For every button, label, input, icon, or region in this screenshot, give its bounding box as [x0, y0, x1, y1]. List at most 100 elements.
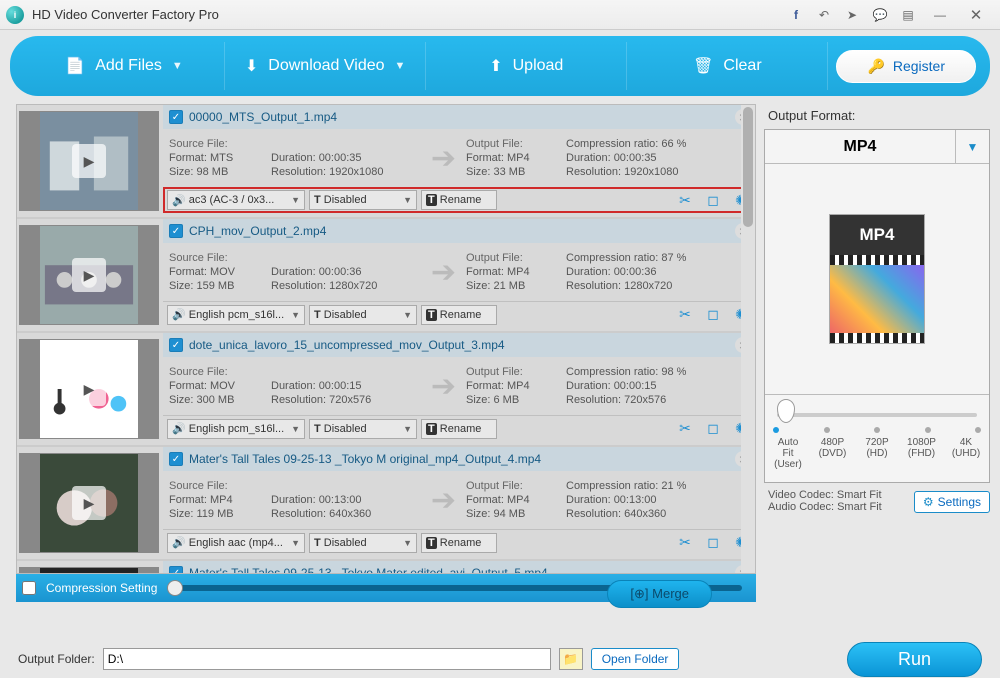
file-thumbnail[interactable]: G ▶	[19, 567, 159, 574]
undo-icon[interactable]: ↶	[810, 5, 838, 25]
add-files-button[interactable]: 📄 Add Files ▼	[24, 42, 225, 90]
main-toolbar: 📄 Add Files ▼ ⬇ Download Video ▼ ⬆ Uploa…	[10, 36, 990, 96]
resolution-option[interactable]: 480P(DVD)	[816, 437, 850, 470]
video-codec-label: Video Codec: Smart Fit	[768, 489, 882, 501]
settings-button[interactable]: ⚙ Settings	[914, 491, 990, 513]
file-header: ✓ Mater's Tall Tales 09-25-13 _Tokyo M o…	[163, 447, 756, 471]
file-header: ✓ CPH_mov_Output_2.mp4 ×	[163, 219, 756, 243]
add-files-label: Add Files	[95, 57, 162, 75]
file-checkbox[interactable]: ✓	[169, 452, 183, 466]
output-format-dropdown[interactable]: ▼	[955, 130, 989, 163]
file-info: Source File:Format: MOVSize: 159 MB Dura…	[163, 243, 756, 301]
feedback-icon[interactable]: 💬	[866, 5, 894, 25]
rename-button[interactable]: T Rename	[421, 305, 497, 325]
audio-track-dropdown[interactable]: 🔊 English aac (mp4...▼	[167, 533, 305, 553]
key-icon: 🔑	[867, 58, 884, 75]
audio-track-dropdown[interactable]: 🔊 English pcm_s16l...▼	[167, 305, 305, 325]
cut-icon[interactable]: ✂	[673, 420, 697, 437]
crop-icon[interactable]: ◻	[701, 306, 725, 323]
file-thumbnail[interactable]: ▶	[19, 339, 159, 439]
resolution-option[interactable]: 1080P(FHD)	[905, 437, 939, 470]
format-preview-label: MP4	[830, 215, 924, 255]
rename-button[interactable]: T Rename	[421, 533, 497, 553]
minimize-icon[interactable]: —	[922, 5, 958, 25]
footer: Output Folder: 📁 Open Folder Run	[0, 640, 1000, 678]
speaker-icon: 🔊	[172, 308, 186, 321]
subtitle-dropdown[interactable]: T Disabled▼	[309, 419, 417, 439]
file-thumbnail[interactable]: ▶	[19, 225, 159, 325]
file-checkbox[interactable]: ✓	[169, 338, 183, 352]
file-checkbox[interactable]: ✓	[169, 566, 183, 574]
file-checkbox[interactable]: ✓	[169, 224, 183, 238]
file-thumbnail[interactable]: ▶	[19, 111, 159, 211]
run-button[interactable]: Run	[847, 642, 982, 677]
register-button[interactable]: 🔑 Register	[836, 50, 976, 83]
file-controls: 🔊 English pcm_s16l...▼ T Disabled▼ T Ren…	[163, 301, 756, 327]
file-item: ▶ ✓ 00000_MTS_Output_1.mp4 × Source File…	[17, 105, 756, 219]
close-icon[interactable]: ✕	[958, 5, 994, 25]
file-name: Mater's Tall Tales 09-25-13 _Tokyo M ori…	[189, 452, 541, 466]
play-icon: ▶	[72, 372, 106, 406]
format-preview[interactable]: MP4	[765, 164, 989, 394]
resolution-option[interactable]: 4K(UHD)	[949, 437, 983, 470]
subtitle-dropdown[interactable]: T Disabled▼	[309, 190, 417, 210]
speaker-icon: 🔊	[172, 194, 186, 207]
file-checkbox[interactable]: ✓	[169, 110, 183, 124]
compression-checkbox[interactable]	[22, 581, 36, 595]
crop-icon[interactable]: ◻	[701, 192, 725, 209]
upload-button[interactable]: ⬆ Upload	[426, 42, 627, 90]
scrollbar-vertical[interactable]	[741, 105, 755, 573]
gear-icon: ⚙	[923, 495, 934, 509]
resolution-option[interactable]: 720P(HD)	[860, 437, 894, 470]
rename-button[interactable]: T Rename	[421, 419, 497, 439]
subtitle-dropdown[interactable]: T Disabled▼	[309, 305, 417, 325]
arrow-right-icon: ➔	[421, 483, 466, 518]
crop-icon[interactable]: ◻	[701, 420, 725, 437]
titlebar: i HD Video Converter Factory Pro f ↶ ➤ 💬…	[0, 0, 1000, 30]
add-file-icon: 📄	[65, 56, 85, 76]
open-folder-button[interactable]: Open Folder	[591, 648, 680, 670]
file-item: ▶ ✓ Mater's Tall Tales 09-25-13 _Tokyo M…	[17, 447, 756, 561]
rename-button[interactable]: T Rename	[421, 190, 497, 210]
film-strip-icon	[830, 333, 924, 343]
film-strip-icon	[830, 255, 924, 265]
output-format-label: MP4	[765, 138, 955, 156]
cut-icon[interactable]: ✂	[673, 192, 697, 209]
download-video-button[interactable]: ⬇ Download Video ▼	[225, 42, 426, 90]
speaker-icon: 🔊	[172, 536, 186, 549]
clear-button[interactable]: 🗑 Clear	[627, 42, 828, 90]
file-name: CPH_mov_Output_2.mp4	[189, 224, 326, 238]
cut-icon[interactable]: ✂	[673, 534, 697, 551]
file-thumbnail[interactable]: ▶	[19, 453, 159, 553]
output-folder-label: Output Folder:	[18, 652, 95, 666]
list-icon[interactable]: ▤	[894, 5, 922, 25]
output-folder-input[interactable]	[103, 648, 551, 670]
play-icon: ▶	[72, 486, 106, 520]
merge-button[interactable]: [⊕] Merge	[607, 580, 712, 608]
cut-icon[interactable]: ✂	[673, 306, 697, 323]
resolution-selector: Auto Fit(User) 480P(DVD) 720P(HD) 1080P(FHD…	[765, 394, 989, 482]
file-controls: 🔊 English aac (mp4...▼ T Disabled▼ T Ren…	[163, 529, 756, 555]
resolution-slider[interactable]	[777, 413, 977, 417]
audio-track-dropdown[interactable]: 🔊 ac3 (AC-3 / 0x3...▼	[167, 190, 305, 210]
arrow-right-icon: ➔	[421, 255, 466, 290]
file-info: Source File:Format: MOVSize: 300 MB Dura…	[163, 357, 756, 415]
resolution-option[interactable]: Auto Fit(User)	[771, 437, 805, 470]
merge-label: Merge	[652, 586, 689, 601]
register-label: Register	[893, 58, 945, 74]
compression-label: Compression Setting	[46, 581, 157, 595]
audio-track-dropdown[interactable]: 🔊 English pcm_s16l...▼	[167, 419, 305, 439]
facebook-icon[interactable]: f	[782, 5, 810, 25]
subtitle-dropdown[interactable]: T Disabled▼	[309, 533, 417, 553]
file-info: Source File:Format: MP4Size: 119 MB Dura…	[163, 471, 756, 529]
browse-folder-button[interactable]: 📁	[559, 648, 583, 670]
crop-icon[interactable]: ◻	[701, 534, 725, 551]
file-header: ✓ 00000_MTS_Output_1.mp4 ×	[163, 105, 756, 129]
arrow-icon[interactable]: ➤	[838, 5, 866, 25]
clear-label: Clear	[723, 57, 761, 75]
play-icon: ▶	[72, 144, 106, 178]
folder-icon: 📁	[563, 652, 578, 666]
chevron-down-icon: ▼	[395, 60, 406, 72]
file-name: dote_unica_lavoro_15_uncompressed_mov_Ou…	[189, 338, 505, 352]
file-name: Mater's Tall Tales 09-25-13 _Tokyo Mater…	[189, 566, 548, 574]
